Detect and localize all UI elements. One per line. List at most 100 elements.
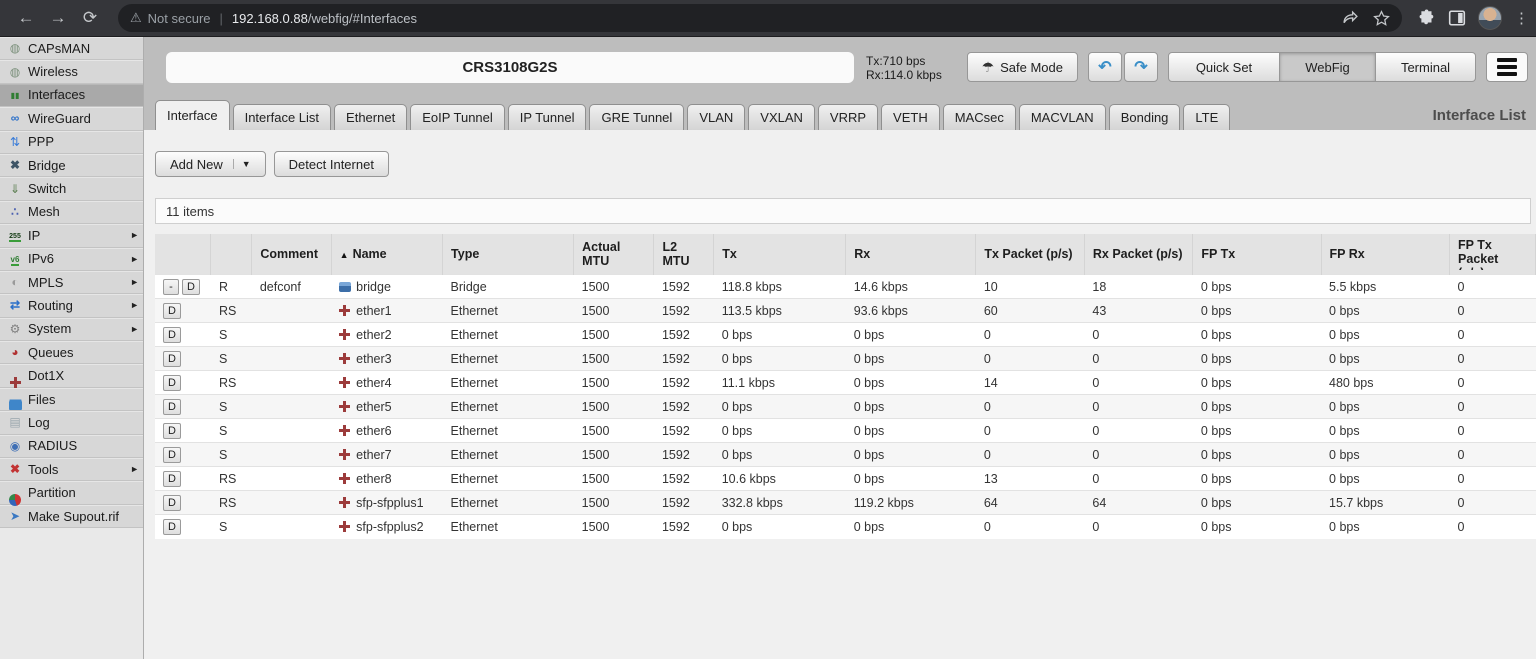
interface-name[interactable]: ether2 bbox=[356, 328, 391, 342]
share-icon[interactable] bbox=[1342, 9, 1359, 27]
table-row-ether1[interactable]: D RS ether1 Ethernet 1500 1592 113.5 kbps 93.6 … bbox=[155, 298, 1536, 323]
chrome-menu-icon[interactable]: ⋮ bbox=[1514, 9, 1529, 27]
disable-button[interactable]: D bbox=[182, 278, 200, 295]
interface-name[interactable]: ether1 bbox=[356, 304, 391, 318]
disable-button[interactable]: D bbox=[163, 518, 181, 535]
tab-interface-list[interactable]: Interface List bbox=[232, 104, 332, 130]
sidebar-item-system[interactable]: System ► bbox=[0, 317, 143, 342]
reload-icon[interactable]: ⟳ bbox=[74, 8, 106, 28]
detect-internet-button[interactable]: Detect Internet bbox=[273, 151, 389, 177]
quick-set-button[interactable]: Quick Set bbox=[1168, 52, 1280, 82]
table-row-sfp-sfpplus2[interactable]: D Ssfp-sfpplus2 Ethernet 1500 1592 0 bps 0 bps… bbox=[155, 514, 1536, 539]
minus-button[interactable]: - bbox=[163, 278, 179, 295]
sidebar-item-log[interactable]: Log bbox=[0, 411, 143, 435]
tab-ip-tunnel[interactable]: IP Tunnel bbox=[507, 104, 587, 130]
tab-macvlan[interactable]: MACVLAN bbox=[1018, 104, 1106, 130]
column-header-name[interactable]: ▲ Name bbox=[331, 234, 444, 275]
undo-button[interactable]: ↶ bbox=[1088, 52, 1122, 82]
sidebar-item-dot1x[interactable]: Dot1X bbox=[0, 364, 143, 388]
interface-name[interactable]: sfp-sfpplus2 bbox=[356, 520, 423, 534]
tab-gre-tunnel[interactable]: GRE Tunnel bbox=[589, 104, 685, 130]
table-row-ether8[interactable]: D RS ether8 Ethernet 1500 1592 10.6 kbps 0 bps 1… bbox=[155, 466, 1536, 491]
safe-mode-button[interactable]: ☂ Safe Mode bbox=[966, 52, 1078, 82]
tab-interface[interactable]: Interface bbox=[155, 100, 230, 130]
disable-button[interactable]: D bbox=[163, 398, 181, 415]
table-row-ether5[interactable]: D Sether5 Ethernet 1500 1592 0 bps 0 bps 0 0 0 bp… bbox=[155, 394, 1536, 419]
forward-icon[interactable]: → bbox=[42, 8, 74, 28]
address-bar[interactable]: ⚠ Not secure | 192.168.0.88 /webfig/#Int… bbox=[118, 4, 1402, 32]
column-header-rx[interactable]: Rx bbox=[845, 234, 977, 275]
column-header-tx[interactable]: Tx bbox=[713, 234, 847, 275]
disable-button[interactable]: D bbox=[163, 422, 181, 439]
column-header-tx_packet[interactable]: Tx Packet (p/s) bbox=[975, 234, 1085, 275]
sidebar-item-ppp[interactable]: PPP bbox=[0, 130, 143, 154]
interface-name[interactable]: ether4 bbox=[356, 376, 391, 390]
interface-name[interactable]: ether3 bbox=[356, 352, 391, 366]
tab-macsec[interactable]: MACsec bbox=[942, 104, 1016, 130]
sidebar-item-ipv6[interactable]: IPv6 ► bbox=[0, 247, 143, 271]
disable-button[interactable]: D bbox=[163, 446, 181, 463]
sidebar-item-mesh[interactable]: Mesh bbox=[0, 200, 143, 225]
column-header-l2_mtu[interactable]: L2 MTU bbox=[653, 234, 715, 275]
disable-button[interactable]: D bbox=[163, 374, 181, 391]
sidebar-item-mpls[interactable]: MPLS ► bbox=[0, 270, 143, 295]
sidebar-item-wireguard[interactable]: WireGuard bbox=[0, 107, 143, 131]
extensions-icon[interactable] bbox=[1418, 9, 1436, 27]
webfig-button[interactable]: WebFig bbox=[1280, 52, 1376, 82]
sidebar-item-supout[interactable]: Make Supout.rif bbox=[0, 504, 143, 529]
tab-ethernet[interactable]: Ethernet bbox=[334, 104, 408, 130]
hamburger-menu-button[interactable] bbox=[1486, 52, 1528, 82]
tab-eoip-tunnel[interactable]: EoIP Tunnel bbox=[410, 104, 505, 130]
table-row-sfp-sfpplus1[interactable]: D RS sfp-sfpplus1 Ethernet 1500 1592 332.8 kbp… bbox=[155, 490, 1536, 515]
tab-vlan[interactable]: VLAN bbox=[687, 104, 746, 130]
column-header-rx_packet[interactable]: Rx Packet (p/s) bbox=[1084, 234, 1194, 275]
sidebar-item-partition[interactable]: Partition bbox=[0, 481, 143, 506]
column-header-fp_tx_packet[interactable]: FP Tx Packet (p/s) bbox=[1449, 234, 1536, 275]
sidebar-item-switch[interactable]: Switch bbox=[0, 177, 143, 201]
column-header-type[interactable]: Type bbox=[442, 234, 575, 275]
table-row-bridge[interactable]: - D Rdefconf bridge Bridge 1500 1592 118.8 kbps… bbox=[155, 274, 1536, 299]
table-row-ether7[interactable]: D Sether7 Ethernet 1500 1592 0 bps 0 bps 0 0 0 bp… bbox=[155, 442, 1536, 467]
column-header-actual_mtu[interactable]: Actual MTU bbox=[573, 234, 655, 275]
interface-name[interactable]: bridge bbox=[356, 280, 391, 294]
sidebar-item-queues[interactable]: Queues bbox=[0, 341, 143, 365]
column-header-buttons[interactable] bbox=[155, 234, 212, 275]
terminal-button[interactable]: Terminal bbox=[1376, 52, 1476, 82]
sidebar-item-radius[interactable]: RADIUS bbox=[0, 434, 143, 459]
sidebar-item-ip[interactable]: IP ► bbox=[0, 224, 143, 248]
tab-lte[interactable]: LTE bbox=[1183, 104, 1231, 130]
sidebar-item-interfaces[interactable]: Interfaces bbox=[0, 83, 143, 108]
column-header-comment[interactable]: Comment bbox=[251, 234, 332, 275]
table-row-ether3[interactable]: D Sether3 Ethernet 1500 1592 0 bps 0 bps 0 0 0 bp… bbox=[155, 346, 1536, 371]
sidebar-item-files[interactable]: Files bbox=[0, 387, 143, 412]
tab-vxlan[interactable]: VXLAN bbox=[748, 104, 815, 130]
sidebar-item-tools[interactable]: Tools ► bbox=[0, 458, 143, 482]
tab-vrrp[interactable]: VRRP bbox=[817, 104, 879, 130]
sidebar-item-wireless[interactable]: Wireless bbox=[0, 60, 143, 84]
back-icon[interactable]: ← bbox=[10, 8, 42, 28]
add-new-button[interactable]: Add New ▼ bbox=[155, 151, 266, 177]
column-header-flags[interactable] bbox=[210, 234, 253, 275]
sidebar-item-routing[interactable]: Routing ► bbox=[0, 294, 143, 318]
side-panel-icon[interactable] bbox=[1448, 9, 1466, 27]
disable-button[interactable]: D bbox=[163, 470, 181, 487]
column-header-fp_rx[interactable]: FP Rx bbox=[1321, 234, 1451, 275]
tab-veth[interactable]: VETH bbox=[881, 104, 940, 130]
table-row-ether6[interactable]: D Sether6 Ethernet 1500 1592 0 bps 0 bps 0 0 0 bp… bbox=[155, 418, 1536, 443]
disable-button[interactable]: D bbox=[163, 350, 181, 367]
profile-avatar[interactable] bbox=[1478, 6, 1502, 30]
interface-name[interactable]: ether7 bbox=[356, 448, 391, 462]
column-header-fp_tx[interactable]: FP Tx bbox=[1192, 234, 1322, 275]
interface-name[interactable]: ether5 bbox=[356, 400, 391, 414]
interface-name[interactable]: ether6 bbox=[356, 424, 391, 438]
redo-button[interactable]: ↷ bbox=[1124, 52, 1158, 82]
bookmark-star-icon[interactable] bbox=[1373, 9, 1390, 27]
disable-button[interactable]: D bbox=[163, 302, 181, 319]
sidebar-item-capsman[interactable]: CAPsMAN bbox=[0, 37, 143, 61]
table-row-ether4[interactable]: D RS ether4 Ethernet 1500 1592 11.1 kbps 0 bps 1… bbox=[155, 370, 1536, 395]
interface-name[interactable]: sfp-sfpplus1 bbox=[356, 496, 423, 510]
tab-bonding[interactable]: Bonding bbox=[1108, 104, 1181, 130]
interface-name[interactable]: ether8 bbox=[356, 472, 391, 486]
disable-button[interactable]: D bbox=[163, 326, 181, 343]
table-row-ether2[interactable]: D Sether2 Ethernet 1500 1592 0 bps 0 bps 0 0 0 bp… bbox=[155, 322, 1536, 347]
